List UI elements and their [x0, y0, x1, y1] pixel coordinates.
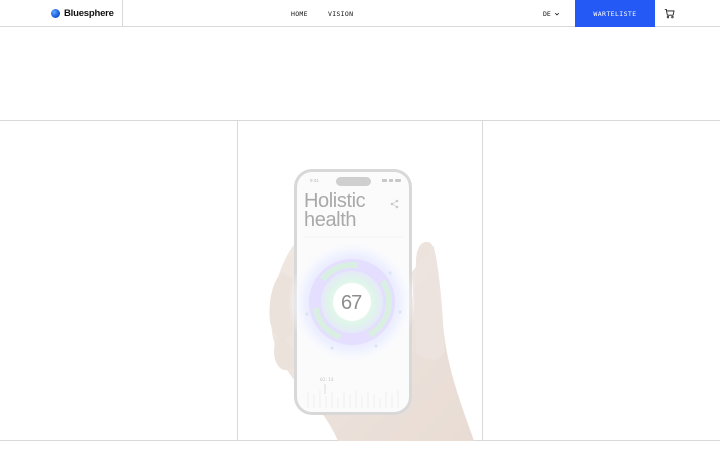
- cart-icon[interactable]: [664, 8, 675, 19]
- brand-name: Bluesphere: [64, 8, 114, 19]
- waitlist-button-label: WARTELISTE: [593, 9, 637, 18]
- phone-sub-label: 02:14: [320, 378, 334, 383]
- waitlist-button[interactable]: WARTELISTE: [575, 0, 655, 27]
- phone-title-line-2: health: [304, 209, 357, 231]
- brand-logo-link[interactable]: Bluesphere: [0, 0, 123, 27]
- hand-holding-phone-illustration: [269, 169, 474, 441]
- nav-vision[interactable]: VISION: [328, 0, 353, 27]
- phone-status-time: 9:41: [310, 178, 319, 183]
- nav-home[interactable]: HOME: [291, 0, 308, 27]
- sphere-logo-icon: [51, 9, 60, 18]
- grid-line-top: [0, 120, 720, 121]
- nav-vision-link[interactable]: VISION: [328, 10, 353, 18]
- grid-line-right: [482, 121, 483, 441]
- top-header: Bluesphere HOME VISION DE WARTELISTE: [0, 0, 720, 27]
- chevron-down-icon: [554, 12, 559, 15]
- language-current: DE: [543, 9, 551, 18]
- phone-screen-title: Holistic health: [304, 191, 366, 231]
- language-selector[interactable]: DE: [543, 0, 560, 27]
- hero-phone-image: 9:41 Holistic health 67 02:14: [238, 122, 482, 441]
- nav-home-link[interactable]: HOME: [291, 10, 308, 18]
- health-score: 67: [341, 292, 362, 314]
